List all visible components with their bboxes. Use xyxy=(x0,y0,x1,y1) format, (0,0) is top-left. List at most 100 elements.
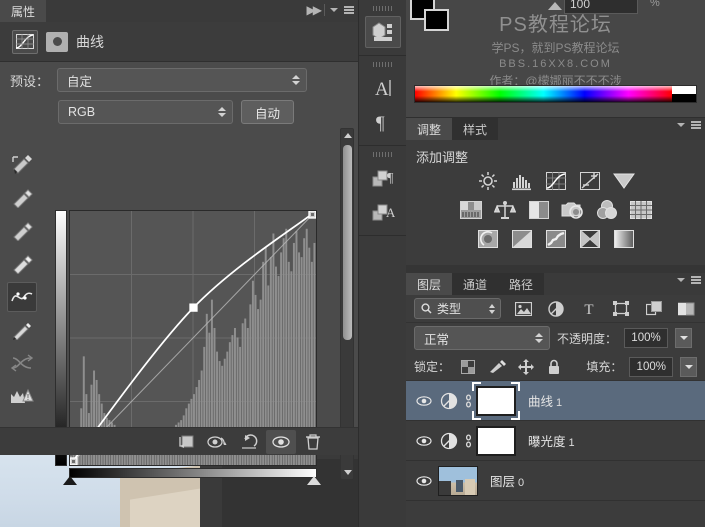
eyedropper-gray-icon[interactable] xyxy=(7,216,37,246)
ramp-endpoints[interactable] xyxy=(672,86,696,102)
panel-menu-icon[interactable] xyxy=(691,276,701,284)
curves-icon[interactable] xyxy=(543,170,569,192)
posterize-icon[interactable] xyxy=(509,228,535,250)
smooth-curve-icon[interactable] xyxy=(7,348,37,378)
filter-smartobject-icon[interactable] xyxy=(644,299,665,319)
gradient-map-icon[interactable] xyxy=(611,228,637,250)
tab-layers[interactable]: 图层 xyxy=(406,273,453,295)
clip-to-layer-icon[interactable] xyxy=(170,430,200,454)
collapse-panel-icon[interactable]: ▶▶ xyxy=(307,3,323,17)
preset-select[interactable]: 自定 xyxy=(57,68,308,92)
tab-properties[interactable]: 属性 xyxy=(0,0,47,22)
toggle-visibility-icon[interactable] xyxy=(410,395,438,407)
sample-in-image-icon[interactable] xyxy=(7,150,37,180)
panel-menu-icon[interactable] xyxy=(691,121,701,129)
table-row[interactable]: 曝光度 1 xyxy=(406,421,705,461)
pencil-draw-curve-icon[interactable] xyxy=(7,315,37,345)
chevron-down-icon[interactable] xyxy=(677,277,685,282)
opacity-dropdown-icon[interactable] xyxy=(675,328,693,348)
3d-panel-icon[interactable] xyxy=(364,16,401,48)
channel-select[interactable]: RGB xyxy=(58,100,233,124)
scroll-down-arrow-icon[interactable] xyxy=(344,470,352,475)
fill-dropdown-icon[interactable] xyxy=(680,356,697,377)
tab-channels[interactable]: 通道 xyxy=(452,273,498,295)
color-balance-icon[interactable] xyxy=(492,199,518,221)
toggle-visibility-icon[interactable] xyxy=(266,429,296,454)
color-ramp[interactable] xyxy=(414,85,697,103)
tab-adjustments[interactable]: 调整 xyxy=(406,118,453,140)
black-point-slider[interactable] xyxy=(63,476,77,485)
hue-saturation-icon[interactable] xyxy=(458,199,484,221)
lock-transparency-icon[interactable] xyxy=(457,357,479,377)
lock-position-icon[interactable] xyxy=(515,357,537,377)
photo-filter-icon[interactable] xyxy=(560,199,586,221)
lock-all-icon[interactable] xyxy=(544,357,566,377)
threshold-icon[interactable] xyxy=(543,228,569,250)
panel-grip[interactable] xyxy=(372,6,393,11)
layer-mask-thumbnail[interactable] xyxy=(476,425,516,456)
layer-thumbnail[interactable] xyxy=(438,465,478,496)
color-spectrum[interactable] xyxy=(415,86,672,102)
tab-styles[interactable]: 样式 xyxy=(452,118,498,140)
table-row[interactable]: 图层 0 xyxy=(406,461,705,501)
paragraph-panel-icon[interactable]: ¶ xyxy=(365,106,401,138)
adjustments-row-3 xyxy=(416,228,695,250)
white-point-slider[interactable] xyxy=(307,476,321,485)
layer-mask-thumbnail[interactable] xyxy=(472,381,520,420)
view-previous-state-icon[interactable] xyxy=(202,430,232,454)
exposure-icon[interactable] xyxy=(577,170,603,192)
panel-menu-icon[interactable] xyxy=(344,6,354,14)
invert-icon[interactable] xyxy=(475,228,501,250)
chevron-down-icon[interactable] xyxy=(677,122,685,127)
reset-icon[interactable] xyxy=(234,430,264,454)
scroll-up-arrow-icon[interactable] xyxy=(344,133,352,138)
table-row[interactable]: 曲线 1 xyxy=(406,381,705,421)
filter-toggle-icon[interactable] xyxy=(676,299,697,319)
filter-type-select[interactable]: 类型 xyxy=(414,298,502,319)
brightness-contrast-icon[interactable] xyxy=(475,170,501,192)
layer-name[interactable]: 图层 0 xyxy=(490,471,524,490)
vibrance-icon[interactable] xyxy=(611,170,637,192)
clipping-warning-icon[interactable]: ! xyxy=(7,381,37,411)
chevron-down-icon[interactable] xyxy=(330,8,338,12)
adjustment-layer-icon[interactable] xyxy=(438,390,460,412)
selective-color-icon[interactable] xyxy=(577,228,603,250)
link-mask-icon[interactable] xyxy=(460,433,476,449)
auto-button[interactable]: 自动 xyxy=(241,100,295,124)
filter-type-icon[interactable]: T xyxy=(578,299,599,319)
paragraph-styles-panel-icon[interactable]: ¶ xyxy=(365,162,401,194)
character-styles-panel-icon[interactable]: A xyxy=(365,196,401,228)
ramp-white-swatch[interactable] xyxy=(672,86,696,94)
color-lookup-icon[interactable] xyxy=(628,199,654,221)
eyedropper-black-icon[interactable] xyxy=(7,183,37,213)
panel-grip[interactable] xyxy=(372,152,393,157)
link-mask-icon[interactable] xyxy=(460,393,476,409)
eyedropper-white-icon[interactable] xyxy=(7,249,37,279)
target-adjust-icon[interactable] xyxy=(46,31,68,52)
panel-grip[interactable] xyxy=(372,62,393,67)
channel-mixer-icon[interactable] xyxy=(594,199,620,221)
layer-name[interactable]: 曲线 1 xyxy=(528,391,562,410)
ramp-black-swatch[interactable] xyxy=(672,94,696,102)
black-white-icon[interactable] xyxy=(526,199,552,221)
filter-shape-icon[interactable] xyxy=(611,299,632,319)
svg-text:¶: ¶ xyxy=(387,171,394,186)
adjustments-title: 添加调整 xyxy=(416,150,469,165)
curve-point-tool-icon[interactable] xyxy=(7,282,37,312)
filter-pixel-icon[interactable] xyxy=(513,299,534,319)
opacity-input[interactable]: 100% xyxy=(624,328,669,348)
delete-icon[interactable] xyxy=(298,430,328,454)
filter-adjustment-icon[interactable] xyxy=(546,299,567,319)
adjustment-layer-icon[interactable] xyxy=(438,430,460,452)
blend-mode-select[interactable]: 正常 xyxy=(414,326,550,350)
levels-icon[interactable] xyxy=(509,170,535,192)
toggle-visibility-icon[interactable] xyxy=(410,435,438,447)
fill-input[interactable]: 100% xyxy=(629,356,674,377)
lock-image-icon[interactable] xyxy=(486,357,508,377)
character-panel-icon[interactable]: A xyxy=(365,72,401,104)
tab-paths[interactable]: 路径 xyxy=(498,273,544,295)
toggle-visibility-icon[interactable] xyxy=(410,475,438,487)
scrollbar-thumb[interactable] xyxy=(343,145,352,340)
layer-name-number: 1 xyxy=(568,437,575,449)
layer-name[interactable]: 曝光度 1 xyxy=(528,431,575,450)
